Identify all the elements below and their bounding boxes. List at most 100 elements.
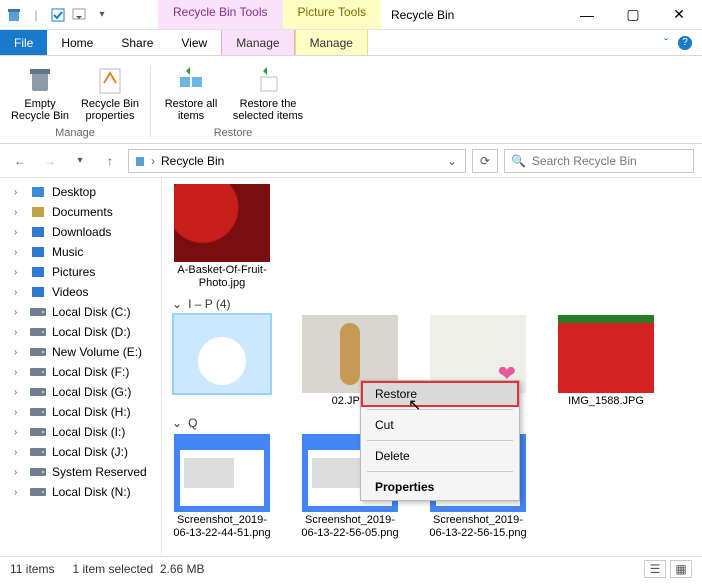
desktop-icon [30, 184, 46, 200]
address-bar[interactable]: › Recycle Bin ⌄ [128, 149, 466, 173]
ribbon-group-restore: Restore [214, 125, 253, 141]
tab-manage-recycle[interactable]: Manage [221, 30, 294, 55]
music-icon [30, 244, 46, 260]
drive-icon [30, 364, 46, 380]
nav-item-local-disk-i-[interactable]: › Local Disk (I:) [0, 422, 161, 442]
context-menu-properties[interactable]: Properties [361, 474, 519, 500]
file-item[interactable]: A-Basket-Of-Fruit-Photo.jpg [172, 184, 272, 289]
nav-item-local-disk-g-[interactable]: › Local Disk (G:) [0, 382, 161, 402]
drive-icon [30, 304, 46, 320]
nav-item-local-disk-d-[interactable]: › Local Disk (D:) [0, 322, 161, 342]
chevron-right-icon[interactable]: › [14, 367, 24, 378]
view-details-button[interactable]: ☰ [644, 560, 666, 578]
nav-item-label: Local Disk (C:) [52, 305, 131, 319]
context-menu-cut[interactable]: Cut [361, 412, 519, 438]
nav-item-label: Local Disk (D:) [52, 325, 131, 339]
chevron-right-icon[interactable]: › [14, 247, 24, 258]
file-caption: A-Basket-Of-Fruit-Photo.jpg [172, 264, 272, 289]
context-menu[interactable]: Restore Cut Delete Properties [360, 380, 520, 501]
tab-view[interactable]: View [167, 30, 221, 55]
address-dropdown-icon[interactable]: ⌄ [443, 154, 461, 168]
qat-customize-icon[interactable]: ▾ [94, 7, 110, 23]
context-menu-restore[interactable]: Restore [361, 381, 519, 407]
properties-label: Recycle Bin properties [80, 98, 140, 122]
ribbon-collapse-icon[interactable]: ˇ [664, 36, 668, 50]
chevron-right-icon[interactable]: › [14, 447, 24, 458]
chevron-right-icon[interactable]: › [14, 187, 24, 198]
chevron-right-icon[interactable]: › [14, 487, 24, 498]
drive-icon [30, 344, 46, 360]
minimize-button[interactable]: ― [564, 0, 610, 29]
file-item[interactable]: IMG_1588.JPG [556, 315, 656, 408]
context-menu-delete[interactable]: Delete [361, 443, 519, 469]
nav-item-local-disk-h-[interactable]: › Local Disk (H:) [0, 402, 161, 422]
nav-item-documents[interactable]: › Documents [0, 202, 161, 222]
file-item[interactable]: Screenshot_2019-06-13-22-44-51.png [172, 434, 272, 539]
group-header[interactable]: ⌄ I – P (4) [172, 297, 692, 311]
chevron-right-icon[interactable]: › [14, 267, 24, 278]
tab-home[interactable]: Home [47, 30, 107, 55]
chevron-right-icon[interactable]: › [14, 227, 24, 238]
drive-icon [30, 324, 46, 340]
qat-dropdown-icon[interactable] [72, 7, 88, 23]
menu-separator [367, 471, 513, 472]
tab-manage-picture[interactable]: Manage [295, 30, 368, 55]
file-thumbnail [174, 184, 270, 262]
checkbox-icon[interactable] [50, 7, 66, 23]
nav-item-videos[interactable]: › Videos [0, 282, 161, 302]
tab-share[interactable]: Share [107, 30, 167, 55]
nav-forward-button[interactable]: → [38, 149, 62, 173]
file-item[interactable] [172, 315, 272, 408]
drive-icon [30, 484, 46, 500]
restore-all-label: Restore all items [161, 98, 221, 122]
chevron-right-icon[interactable]: › [14, 307, 24, 318]
nav-item-music[interactable]: › Music [0, 242, 161, 262]
chevron-right-icon[interactable]: › [14, 347, 24, 358]
view-thumbnails-button[interactable]: ▦ [670, 560, 692, 578]
nav-item-system-reserved[interactable]: › System Reserved [0, 462, 161, 482]
nav-item-local-disk-n-[interactable]: › Local Disk (N:) [0, 482, 161, 502]
chevron-right-icon[interactable]: › [14, 427, 24, 438]
nav-item-label: Local Disk (I:) [52, 425, 125, 439]
empty-recycle-bin-button[interactable]: Empty Recycle Bin [8, 62, 72, 124]
chevron-right-icon[interactable]: › [14, 207, 24, 218]
refresh-button[interactable]: ⟳ [472, 149, 498, 173]
nav-recent-button[interactable]: ▾ [68, 149, 92, 173]
navigation-pane[interactable]: › Desktop› Documents› Downloads› Music› … [0, 178, 162, 556]
recycle-bin-icon [6, 7, 22, 23]
nav-item-label: Downloads [52, 225, 111, 239]
file-list-pane[interactable]: A-Basket-Of-Fruit-Photo.jpg ⌄ I – P (4) … [162, 178, 702, 556]
nav-item-downloads[interactable]: › Downloads [0, 222, 161, 242]
tab-file[interactable]: File [0, 30, 47, 55]
nav-item-local-disk-c-[interactable]: › Local Disk (C:) [0, 302, 161, 322]
chevron-right-icon[interactable]: › [14, 327, 24, 338]
nav-item-desktop[interactable]: › Desktop [0, 182, 161, 202]
maximize-button[interactable]: ▢ [610, 0, 656, 29]
address-chevron-icon[interactable]: › [151, 154, 155, 168]
nav-item-new-volume-e-[interactable]: › New Volume (E:) [0, 342, 161, 362]
address-crumb[interactable]: Recycle Bin [159, 154, 226, 168]
nav-item-local-disk-f-[interactable]: › Local Disk (F:) [0, 362, 161, 382]
chevron-right-icon[interactable]: › [14, 467, 24, 478]
close-button[interactable]: ✕ [656, 0, 702, 29]
nav-item-label: Local Disk (H:) [52, 405, 131, 419]
chevron-right-icon[interactable]: › [14, 407, 24, 418]
restore-selected-button[interactable]: Restore the selected items [229, 62, 307, 124]
chevron-right-icon[interactable]: › [14, 387, 24, 398]
qat-separator: | [28, 7, 44, 23]
help-icon[interactable]: ? [678, 36, 692, 50]
drive-icon [30, 384, 46, 400]
cursor-icon: ↖ [408, 395, 421, 415]
nav-up-button[interactable]: ↑ [98, 149, 122, 173]
nav-item-pictures[interactable]: › Pictures [0, 262, 161, 282]
nav-item-label: Local Disk (F:) [52, 365, 129, 379]
nav-item-local-disk-j-[interactable]: › Local Disk (J:) [0, 442, 161, 462]
search-box[interactable]: 🔍 [504, 149, 694, 173]
search-input[interactable] [532, 154, 687, 168]
address-bin-icon [133, 154, 147, 168]
nav-back-button[interactable]: ← [8, 149, 32, 173]
chevron-right-icon[interactable]: › [14, 287, 24, 298]
restore-all-button[interactable]: Restore all items [159, 62, 223, 124]
recycle-bin-properties-button[interactable]: Recycle Bin properties [78, 62, 142, 124]
drive-icon [30, 424, 46, 440]
